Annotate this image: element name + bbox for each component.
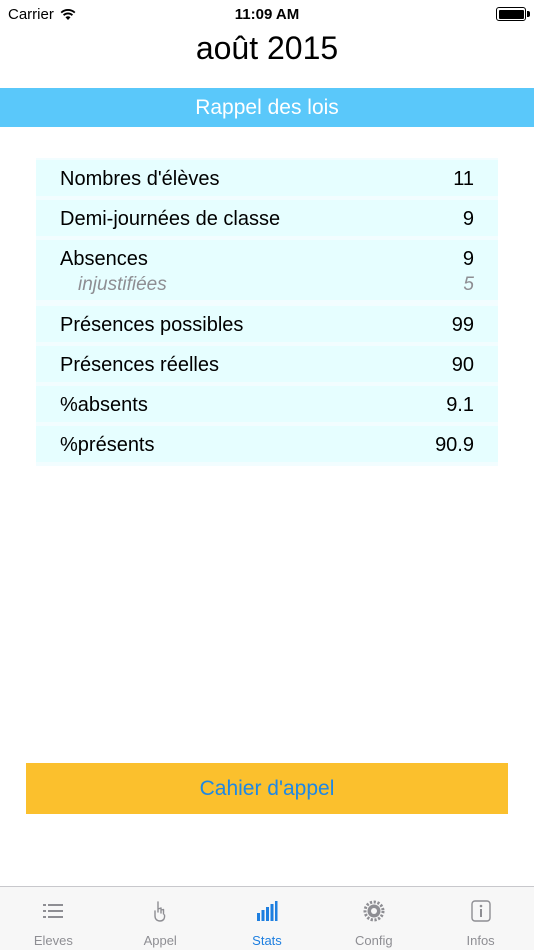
rappel-des-lois-banner[interactable]: Rappel des lois (0, 88, 534, 127)
raised-hand-icon (154, 901, 166, 922)
tab-label: Eleves (33, 933, 73, 948)
stats-panel: Nombres d'élèves 11 Demi-journées de cla… (36, 158, 498, 466)
stat-label: Nombres d'élèves (60, 168, 220, 190)
stat-row-presences-reelles: Présences réelles 90 (36, 346, 498, 382)
page-title: août 2015 (195, 30, 339, 66)
stat-value: 9.1 (446, 394, 474, 416)
stat-label: Présences réelles (60, 354, 219, 376)
stat-row-demi-journees: Demi-journées de classe 9 (36, 200, 498, 236)
stat-sub-label: injustifiées (78, 274, 167, 295)
tab-config[interactable]: Config (320, 887, 427, 950)
stat-value: 11 (453, 168, 474, 190)
tab-label: Config (355, 933, 393, 948)
list-icon (43, 904, 64, 918)
stat-row-absences: Absences 9 injustifiées 5 (36, 240, 498, 300)
gear-icon (363, 900, 385, 922)
stat-label: Présences possibles (60, 314, 244, 336)
stat-value: 9 (462, 248, 474, 270)
stat-label: %présents (60, 434, 155, 456)
stat-label: Absences (60, 248, 148, 270)
stat-row-pct-absents: %absents 9.1 (36, 386, 498, 422)
stat-value: 99 (451, 314, 474, 336)
status-bar: Carrier 11:09 AM (0, 0, 534, 28)
bar-chart-icon (256, 901, 278, 921)
cahier-d-appel-button[interactable]: Cahier d'appel (26, 763, 508, 814)
stat-sub-value: 5 (463, 274, 474, 295)
stat-value: 9 (462, 208, 474, 230)
stat-value: 90 (451, 354, 474, 376)
info-icon (470, 900, 491, 922)
tab-label: Appel (143, 933, 177, 948)
battery-icon (496, 7, 530, 21)
stat-label: %absents (60, 394, 148, 416)
stat-row-pct-presents: %présents 90.9 (36, 426, 498, 462)
stat-row-presences-possibles: Présences possibles 99 (36, 306, 498, 342)
tab-appel[interactable]: Appel (107, 887, 214, 950)
tab-label: Infos (466, 933, 495, 948)
stat-row-eleves: Nombres d'élèves 11 (36, 160, 498, 196)
tab-infos[interactable]: Infos (427, 887, 534, 950)
tab-bar: Eleves Appel Stats Config Infos (0, 886, 534, 950)
tab-stats[interactable]: Stats (214, 887, 321, 950)
tab-label: Stats (252, 933, 282, 948)
stat-value: 90.9 (435, 434, 474, 456)
status-time: 11:09 AM (234, 6, 300, 23)
tab-eleves[interactable]: Eleves (0, 887, 107, 950)
stat-label: Demi-journées de classe (60, 208, 281, 230)
